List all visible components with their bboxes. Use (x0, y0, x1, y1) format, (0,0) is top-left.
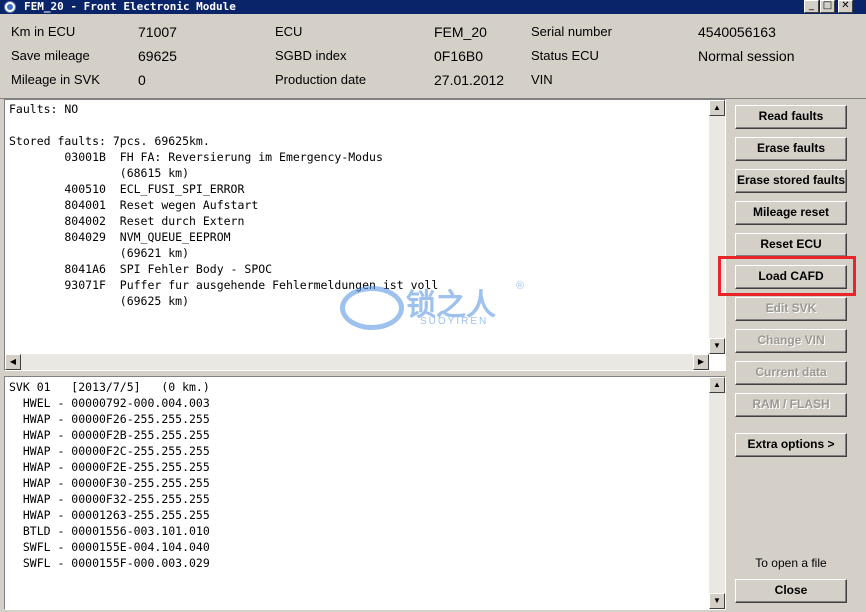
title-bar[interactable]: FEM_20 - Front Electronic Module _ □ ✕ (0, 0, 866, 14)
fault-line: 93071F Puffer fur ausgehende Fehlermeldu… (9, 278, 439, 292)
svk-line: HWAP - 00000F2C-255.255.255 (9, 444, 210, 458)
fault-line: 03001B FH FA: Reversierung im Emergency-… (9, 150, 383, 164)
reset-ecu-button[interactable]: Reset ECU (735, 233, 847, 257)
close-window-button[interactable]: ✕ (838, 0, 853, 13)
scroll-down-arrow-icon[interactable]: ▼ (709, 593, 725, 609)
save-mileage-value: 69625 (138, 48, 177, 64)
faults-panel[interactable]: Faults: NO Stored faults: 7pcs. 69625km.… (4, 99, 726, 371)
fault-line: (68615 km) (9, 166, 190, 180)
faults-text: Faults: NO Stored faults: 7pcs. 69625km.… (5, 100, 725, 340)
erase-faults-button[interactable]: Erase faults (735, 137, 847, 161)
sgbd-index-value: 0F16B0 (434, 48, 484, 64)
svk-line: HWAP - 00000F2B-255.255.255 (9, 428, 210, 442)
load-cafd-highlight (718, 256, 856, 296)
production-date-label: Production date (275, 72, 367, 87)
status-ecu-value: Normal session (698, 48, 795, 64)
svk-line: SVK 01 [2013/7/5] (0 km.) (9, 380, 210, 394)
window-title: FEM_20 - Front Electronic Module (24, 0, 236, 13)
faults-vertical-scrollbar[interactable]: ▲ ▼ (709, 100, 725, 354)
mileage-in-svk-label: Mileage in SVK (11, 72, 100, 87)
status-ecu-label: Status ECU (531, 48, 599, 63)
scroll-right-arrow-icon[interactable]: ▶ (693, 354, 709, 370)
fault-line: 8041A6 SPI Fehler Body - SPOC (9, 262, 273, 276)
svk-line: HWAP - 00000F30-255.255.255 (9, 476, 210, 490)
production-date-value: 27.01.2012 (434, 72, 505, 88)
svk-line: BTLD - 00001556-003.101.010 (9, 524, 210, 538)
svk-line: SWFL - 0000155E-004.104.040 (9, 540, 210, 554)
km-in-ecu-label: Km in ECU (11, 24, 76, 39)
fault-line: Faults: NO (9, 102, 79, 116)
minimize-button[interactable]: _ (804, 0, 819, 13)
open-file-hint: To open a file (755, 556, 827, 570)
svk-panel[interactable]: SVK 01 [2013/7/5] (0 km.) HWEL - 0000079… (4, 376, 726, 610)
erase-stored-faults-button[interactable]: Erase stored faults (735, 169, 847, 193)
serial-number-label: Serial number (531, 24, 612, 39)
scroll-up-arrow-icon[interactable]: ▲ (709, 100, 725, 116)
svk-line: SWFL - 0000155F-000.003.029 (9, 556, 210, 570)
faults-horizontal-scrollbar[interactable]: ◀ ▶ (5, 354, 709, 370)
fault-line: 804001 Reset wegen Aufstart (9, 198, 259, 212)
svk-line: HWAP - 00000F2E-255.255.255 (9, 460, 210, 474)
app-icon (4, 1, 16, 13)
vin-label: VIN (531, 72, 553, 87)
change-vin-button[interactable]: Change VIN (735, 329, 847, 353)
scroll-down-arrow-icon[interactable]: ▼ (709, 338, 725, 354)
close-button[interactable]: Close (735, 579, 847, 603)
fault-line: Stored faults: 7pcs. 69625km. (9, 134, 210, 148)
scroll-up-arrow-icon[interactable]: ▲ (709, 377, 725, 393)
maximize-button[interactable]: □ (820, 0, 835, 13)
read-faults-button[interactable]: Read faults (735, 105, 847, 129)
edit-svk-button[interactable]: Edit SVK (735, 297, 847, 321)
fault-line: 804002 Reset durch Extern (9, 214, 245, 228)
ecu-info-header: Km in ECU 71007 Save mileage 69625 Milea… (0, 14, 866, 99)
sgbd-index-label: SGBD index (275, 48, 347, 63)
svk-line: HWAP - 00000F26-255.255.255 (9, 412, 210, 426)
svk-line: HWAP - 00000F32-255.255.255 (9, 492, 210, 506)
fault-line: (69625 km) (9, 294, 190, 308)
serial-number-value: 4540056163 (698, 24, 776, 40)
svk-line: HWAP - 00001263-255.255.255 (9, 508, 210, 522)
mileage-in-svk-value: 0 (138, 72, 146, 88)
ecu-value: FEM_20 (434, 24, 487, 40)
svk-vertical-scrollbar[interactable]: ▲ ▼ (709, 377, 725, 609)
km-in-ecu-value: 71007 (138, 24, 177, 40)
svk-text: SVK 01 [2013/7/5] (0 km.) HWEL - 0000079… (5, 377, 725, 601)
save-mileage-label: Save mileage (11, 48, 90, 63)
ram-flash-button[interactable]: RAM / FLASH (735, 393, 847, 417)
current-data-button[interactable]: Current data (735, 361, 847, 385)
extra-options-button[interactable]: Extra options > (735, 433, 847, 457)
fault-line: 400510 ECL_FUSI_SPI_ERROR (9, 182, 245, 196)
scroll-left-arrow-icon[interactable]: ◀ (5, 354, 21, 370)
mileage-reset-button[interactable]: Mileage reset (735, 201, 847, 225)
svk-line: HWEL - 00000792-000.004.003 (9, 396, 210, 410)
fault-line: (69621 km) (9, 246, 190, 260)
ecu-label: ECU (275, 24, 303, 39)
fault-line: 804029 NVM_QUEUE_EEPROM (9, 230, 231, 244)
